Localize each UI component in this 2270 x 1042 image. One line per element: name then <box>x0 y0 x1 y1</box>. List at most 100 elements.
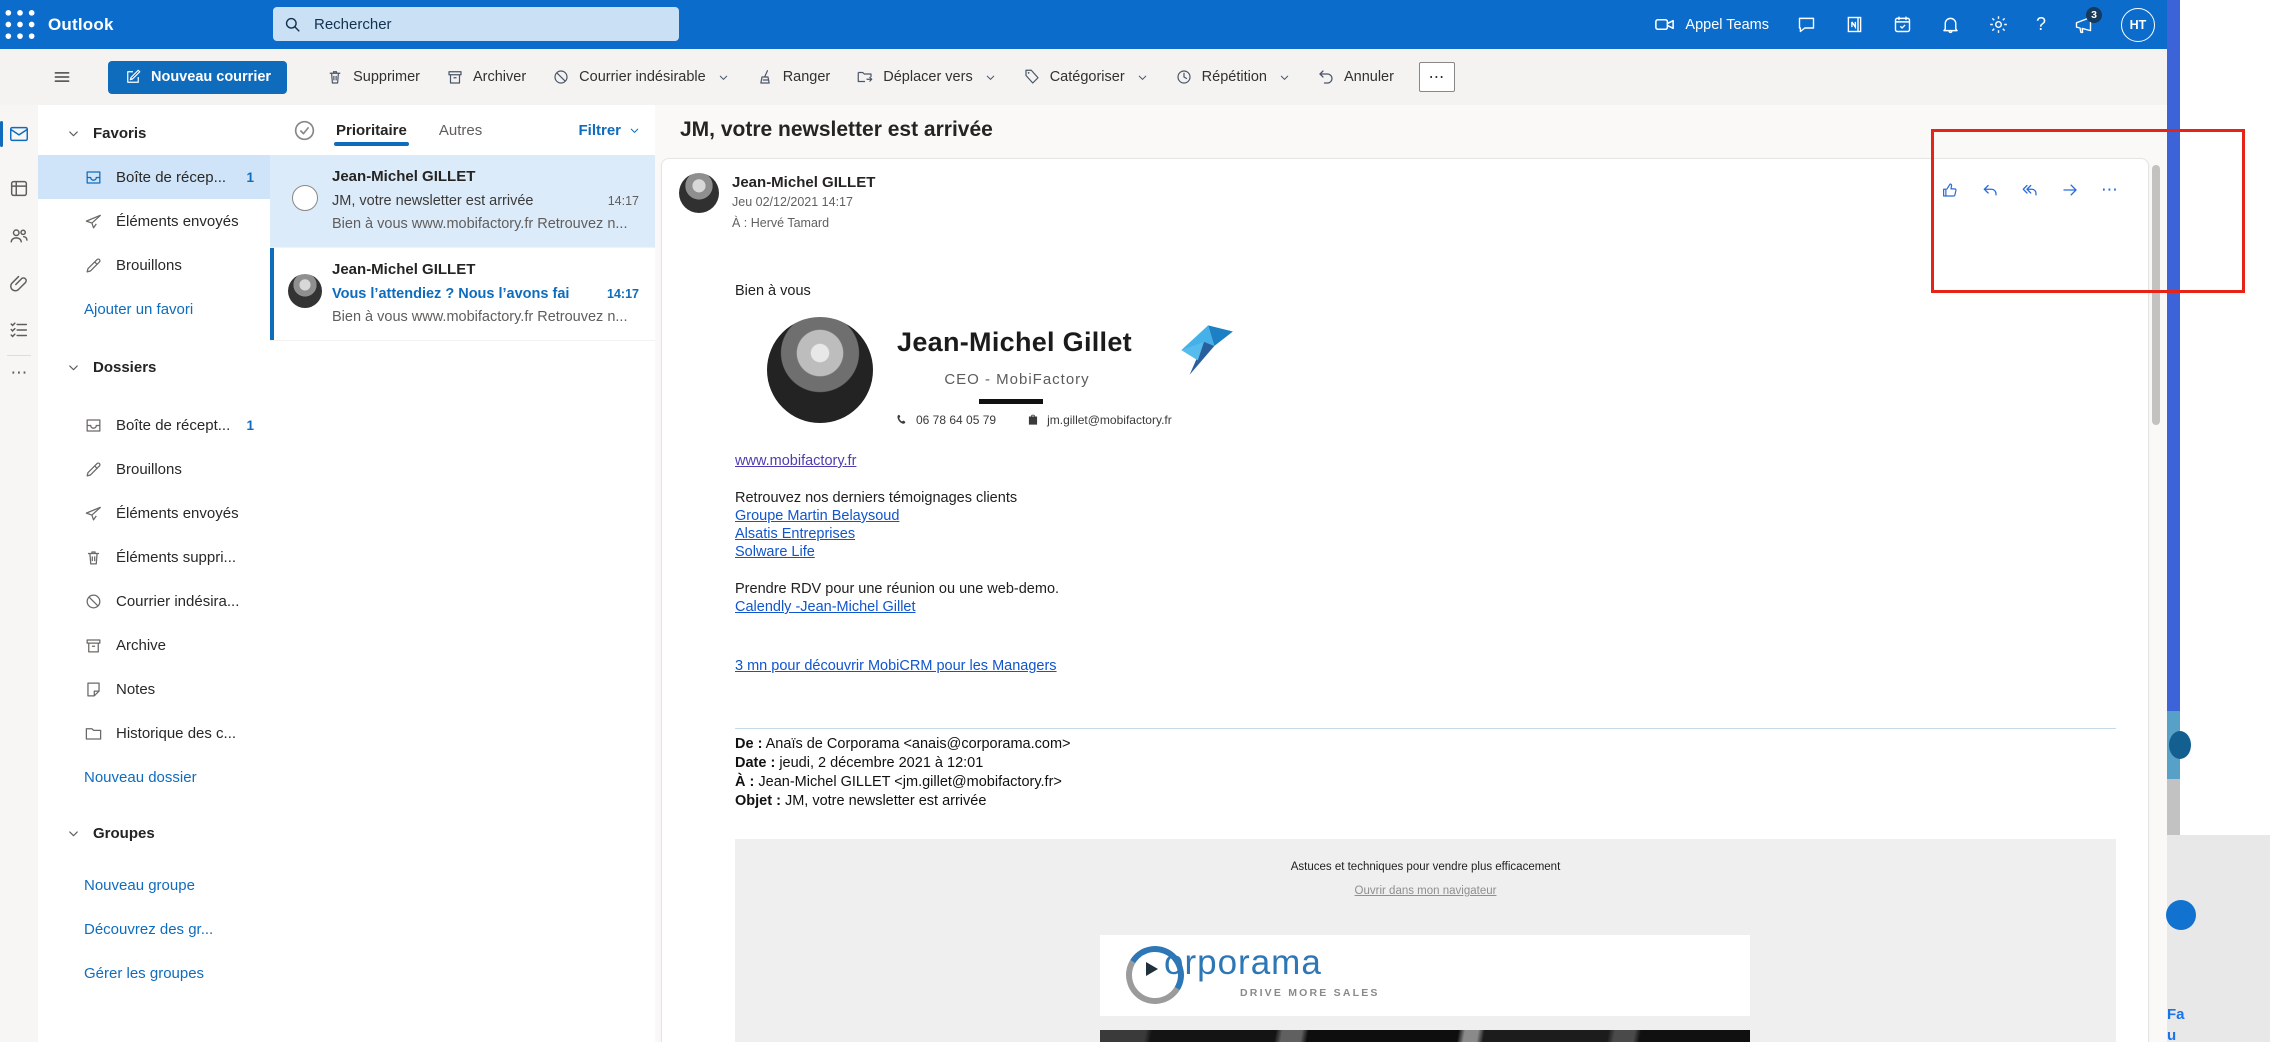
notification-badge: 3 <box>2086 7 2102 23</box>
new-folder-link[interactable]: Nouveau dossier <box>38 755 270 799</box>
signature-email: jm.gillet@mobifactory.fr <box>1047 413 1172 427</box>
sidebar-item-notes[interactable]: Notes <box>38 667 270 711</box>
junk-mail-button[interactable]: Courrier indésirable <box>541 61 741 93</box>
quoted-subject-value: JM, votre newsletter est arrivée <box>785 793 986 809</box>
mail-module-icon[interactable] <box>8 123 30 145</box>
teams-call-button[interactable]: Appel Teams <box>1653 13 1769 36</box>
quoted-subject-label: Objet : <box>735 793 781 809</box>
folder-sidebar: Favoris Boîte de récep... 1 Éléments env… <box>38 105 270 1042</box>
calendar-module-icon[interactable] <box>8 177 30 199</box>
whats-new-megaphone-icon[interactable]: 3 <box>2073 14 2094 35</box>
my-day-calendar-icon[interactable] <box>1892 14 1913 35</box>
sidebar-item-sent-favorite[interactable]: Éléments envoyés <box>38 199 270 243</box>
calendly-link[interactable]: Calendly -Jean-Michel Gillet <box>735 599 916 615</box>
email-list-item-2[interactable]: Jean-Michel GILLET Vous l’attendiez ? No… <box>270 248 655 341</box>
new-group-link[interactable]: Nouveau groupe <box>38 863 270 907</box>
settings-gear-icon[interactable] <box>1988 14 2009 35</box>
corporama-wordmark: orporama <box>1164 943 1322 983</box>
more-commands-button[interactable]: ⋯ <box>1419 62 1455 92</box>
note-icon <box>84 680 103 699</box>
command-toolbar: Nouveau courrier Supprimer Archiver Cour… <box>0 49 2167 106</box>
search-input[interactable]: Rechercher <box>273 7 679 41</box>
notifications-bell-icon[interactable] <box>1940 14 1961 35</box>
app-launcher-icon[interactable] <box>0 0 40 49</box>
unread-indicator-bar <box>270 248 274 340</box>
quoted-date-label: Date : <box>735 755 775 771</box>
sidebar-item-inbox[interactable]: Boîte de récept... 1 <box>38 403 270 447</box>
sweep-button[interactable]: Ranger <box>745 61 842 93</box>
sent-datetime: Jeu 02/12/2021 14:17 <box>732 195 853 209</box>
chat-icon[interactable] <box>1796 14 1817 35</box>
website-link[interactable]: www.mobifactory.fr <box>735 453 856 469</box>
add-favorite-link[interactable]: Ajouter un favori <box>38 287 270 331</box>
sidebar-item-drafts-favorite[interactable]: Brouillons <box>38 243 270 287</box>
account-avatar[interactable]: HT <box>2121 8 2155 42</box>
briefcase-icon <box>1026 413 1040 427</box>
quoted-message-divider <box>735 728 2116 729</box>
tab-other[interactable]: Autres <box>437 109 484 152</box>
filter-button[interactable]: Filtrer <box>578 122 641 139</box>
archive-button[interactable]: Archiver <box>435 61 537 93</box>
message-subject: JM, votre newsletter est arrivée <box>680 118 993 142</box>
search-icon <box>283 15 302 34</box>
testimonial-link-3[interactable]: Solware Life <box>735 544 815 560</box>
folders-section-header[interactable]: Dossiers <box>38 345 270 389</box>
sidebar-item-drafts[interactable]: Brouillons <box>38 447 270 491</box>
todo-tasks-icon[interactable] <box>8 319 30 341</box>
sender-avatar <box>288 274 322 308</box>
tab-focused[interactable]: Prioritaire <box>334 109 409 152</box>
trash-icon <box>326 68 344 86</box>
testimonial-link-2[interactable]: Alsatis Entreprises <box>735 526 855 542</box>
discover-groups-link[interactable]: Découvrez des gr... <box>38 907 270 951</box>
annotation-red-rectangle <box>1931 129 2245 293</box>
sidebar-item-sent[interactable]: Éléments envoyés <box>38 491 270 535</box>
attachments-paperclip-icon[interactable] <box>8 273 30 295</box>
favorites-section-header[interactable]: Favoris <box>38 111 270 155</box>
new-mail-button[interactable]: Nouveau courrier <box>108 61 287 94</box>
sidebar-item-junk[interactable]: Courrier indésira... <box>38 579 270 623</box>
delete-button[interactable]: Supprimer <box>315 61 431 93</box>
new-mail-label: Nouveau courrier <box>151 69 271 85</box>
people-module-icon[interactable] <box>8 225 30 247</box>
email-sender: Jean-Michel GILLET <box>332 261 475 278</box>
rail-selected-bar <box>0 121 3 147</box>
sidebar-item-archive[interactable]: Archive <box>38 623 270 667</box>
block-icon <box>552 68 570 86</box>
select-all-circle-check-icon[interactable] <box>292 118 317 143</box>
pencil-icon <box>84 256 103 275</box>
help-icon[interactable]: ? <box>2036 14 2046 35</box>
discover-mobicrm-link[interactable]: 3 mn pour découvrir MobiCRM pour les Man… <box>735 658 1057 674</box>
app-title: Outlook <box>48 15 114 35</box>
video-camera-icon <box>1653 13 1676 36</box>
recipient-line[interactable]: À : Hervé Tamard <box>732 216 829 230</box>
newsletter-tagline: Astuces et techniques pour vendre plus e… <box>735 861 2116 873</box>
sidebar-item-inbox-favorite[interactable]: Boîte de récep... 1 <box>38 155 270 199</box>
chevron-down-icon <box>628 124 641 137</box>
email-subject: Vous l’attendiez ? Nous l’avons fait ! <box>332 286 569 302</box>
email-list-item-1[interactable]: Jean-Michel GILLET JM, votre newsletter … <box>270 155 655 248</box>
more-apps-icon[interactable]: ⋯ <box>8 363 30 385</box>
signature-divider <box>979 399 1043 404</box>
newsletter-photo-strip <box>1100 1030 1750 1042</box>
read-circle-icon[interactable] <box>292 185 318 211</box>
testimonial-link-1[interactable]: Groupe Martin Belaysoud <box>735 508 899 524</box>
broom-icon <box>756 68 774 86</box>
move-to-button[interactable]: Déplacer vers <box>845 61 1007 93</box>
hamburger-menu-icon[interactable] <box>52 67 72 87</box>
phone-icon <box>895 413 909 427</box>
chevron-down-icon <box>717 71 730 84</box>
manage-groups-link[interactable]: Gérer les groupes <box>38 951 270 995</box>
categorize-button[interactable]: Catégoriser <box>1012 61 1160 93</box>
undo-button[interactable]: Annuler <box>1306 61 1405 93</box>
sender-name[interactable]: Jean-Michel GILLET <box>732 174 875 191</box>
onenote-feed-icon[interactable] <box>1844 14 1865 35</box>
chevron-down-icon <box>1278 71 1291 84</box>
archive-icon <box>84 636 103 655</box>
chevron-down-icon <box>1136 71 1149 84</box>
groups-section-header[interactable]: Groupes <box>38 811 270 855</box>
snooze-button[interactable]: Répétition <box>1164 61 1302 93</box>
sidebar-item-deleted[interactable]: Éléments suppri... <box>38 535 270 579</box>
open-in-browser-link[interactable]: Ouvrir dans mon navigateur <box>1355 885 1497 897</box>
sidebar-item-conversation-history[interactable]: Historique des c... <box>38 711 270 755</box>
sender-avatar[interactable] <box>679 173 719 213</box>
